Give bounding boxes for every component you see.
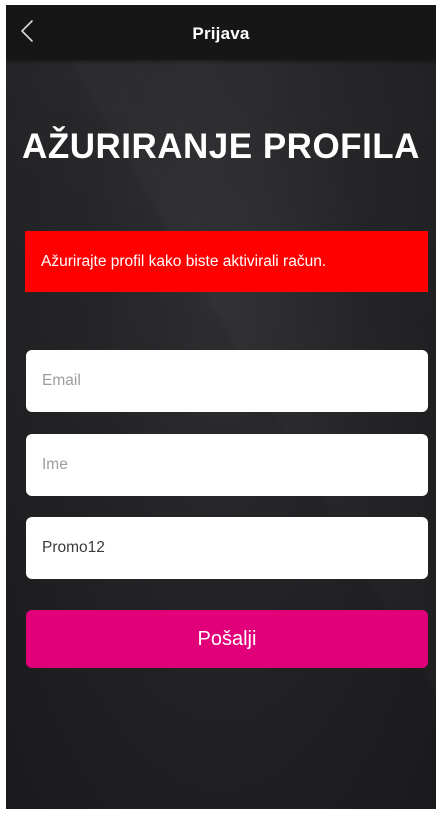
alert-message: Ažurirajte profil kako biste aktivirali …	[41, 252, 327, 270]
error-alert: Ažurirajte profil kako biste aktivirali …	[25, 231, 428, 292]
header-title: Prijava	[192, 24, 250, 43]
page-title: AŽURIRANJE PROFILA	[22, 127, 420, 166]
name-field[interactable]	[26, 434, 428, 496]
submit-button[interactable]: Pošalji	[26, 610, 428, 668]
promo-code-field[interactable]	[26, 517, 428, 579]
app-screen: Prijava AŽURIRANJE PROFILA Ažurirajte pr…	[6, 5, 436, 809]
email-field[interactable]	[26, 350, 428, 412]
top-navigation-bar: Prijava	[6, 5, 436, 60]
